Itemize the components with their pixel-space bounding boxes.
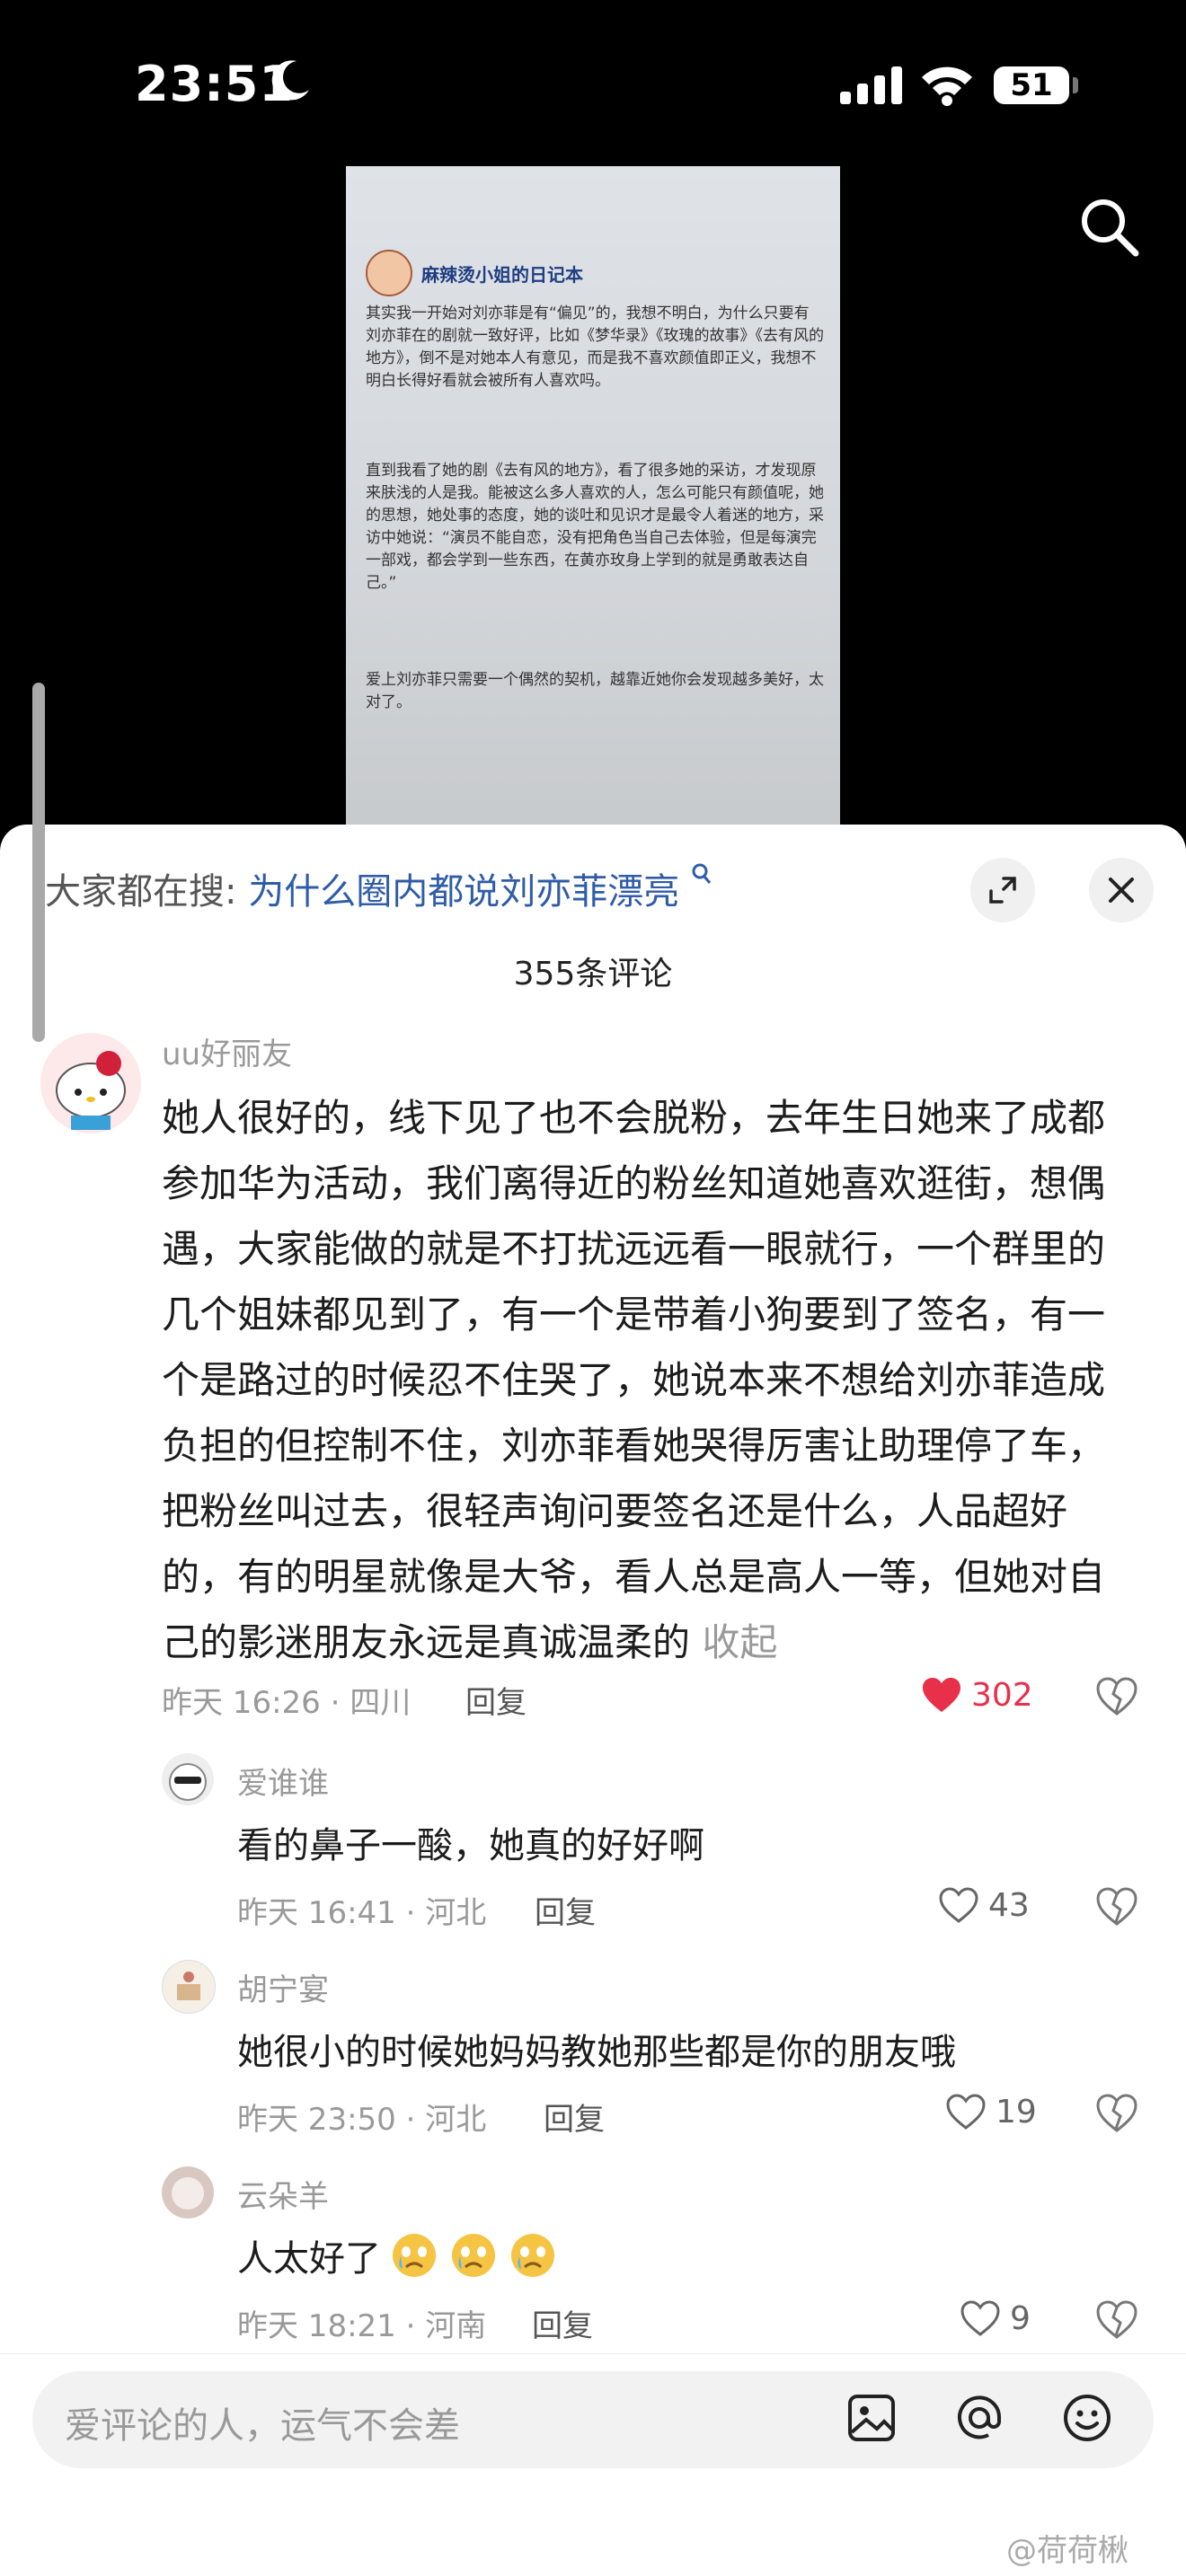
reply-meta: 昨天 16:41 · 河北	[237, 1895, 487, 1931]
comment-meta: 昨天 16:26 · 四川	[162, 1685, 412, 1721]
crying-emoji-icon	[511, 2234, 554, 2277]
at-mention-icon[interactable]	[952, 2391, 1006, 2445]
hello-kitty-avatar-icon	[56, 1051, 126, 1130]
search-suggestion[interactable]: 大家都在搜: 为什么圈内都说刘亦菲漂亮	[45, 862, 712, 914]
avatar[interactable]	[162, 1960, 216, 2014]
watermark: @荷荷楸	[1006, 2533, 1128, 2569]
like-button[interactable]: 9	[960, 2299, 1031, 2337]
note-author: 麻辣烫小姐的日记本	[421, 263, 583, 286]
comment-body: 她人很好的，线下见了也不会脱粉，去年生日她来了成都参加华为活动，我们离得近的粉丝…	[162, 1096, 1106, 1664]
dislike-icon[interactable]	[1096, 1676, 1137, 1716]
reply-text: 人太好了	[237, 2229, 559, 2281]
image-icon[interactable]	[845, 2391, 898, 2445]
cellular-signal-icon	[840, 66, 902, 104]
heart-outline-icon	[939, 1887, 978, 1923]
doodle-avatar-icon	[177, 1972, 200, 2000]
note-paragraph: 爱上刘亦菲只需要一个偶然的契机，越靠近她你会发现越多美好，太对了。	[366, 671, 824, 711]
like-count: 302	[971, 1676, 1033, 1714]
expand-icon	[989, 877, 1016, 904]
battery-nub	[1073, 77, 1078, 93]
reply-button[interactable]: 回复	[535, 1888, 596, 1932]
comment-username[interactable]: uu好丽友	[162, 1029, 292, 1073]
reply-meta: 昨天 23:50 · 河北	[237, 2102, 487, 2138]
close-button[interactable]	[1089, 858, 1154, 922]
reply-button[interactable]: 回复	[465, 1678, 527, 1722]
search-suggestion-label: 大家都在搜:	[45, 871, 237, 913]
author-avatar	[366, 250, 412, 296]
dislike-icon[interactable]	[1096, 2093, 1137, 2132]
like-button[interactable]: 19	[945, 2093, 1037, 2130]
crying-emoji-icon	[393, 2234, 436, 2277]
avatar[interactable]	[162, 2166, 214, 2219]
reply-username[interactable]: 爱谁谁	[237, 1759, 329, 1803]
heart-filled-icon	[923, 1678, 960, 1712]
video-media[interactable]: 麻辣烫小姐的日记本 其实我一开始对刘亦菲是有“偏见”的，我想不明白，为什么只要有…	[346, 166, 840, 831]
note-header: 麻辣烫小姐的日记本	[366, 250, 583, 296]
comment-count: 355条评论	[513, 956, 673, 992]
comment-input-placeholder[interactable]: 爱评论的人，运气不会差	[65, 2396, 460, 2448]
collapse-link[interactable]: 收起	[702, 1620, 777, 1664]
avatar[interactable]	[40, 1033, 141, 1134]
dislike-icon[interactable]	[1096, 1886, 1137, 1926]
reply-button[interactable]: 回复	[532, 2301, 593, 2345]
heart-outline-icon	[946, 2094, 986, 2130]
heart-outline-icon	[960, 2300, 1000, 2336]
like-count: 19	[996, 2093, 1037, 2130]
reply-meta: 昨天 18:21 · 河南	[237, 2308, 487, 2344]
emoji-icon[interactable]	[1060, 2391, 1114, 2445]
reply-username[interactable]: 云朵羊	[237, 2172, 329, 2216]
note-paragraph: 其实我一开始对刘亦菲是有“偏见”的，我想不明白，为什么只要有刘亦菲在的剧就一致好…	[366, 304, 824, 390]
expand-button[interactable]	[970, 858, 1035, 922]
reply-body: 人太好了	[237, 2238, 381, 2280]
reply-text: 看的鼻子一酸，她真的好好啊	[237, 1825, 704, 1866]
like-count: 9	[1010, 2299, 1031, 2337]
reply-text: 她很小的时候她妈妈教她那些都是你的朋友哦	[237, 2032, 956, 2073]
search-suggestion-query[interactable]: 为什么圈内都说刘亦菲漂亮	[248, 871, 679, 913]
search-icon[interactable]	[1078, 196, 1141, 259]
moon-icon	[271, 60, 309, 101]
like-button[interactable]: 43	[938, 1886, 1030, 1924]
like-count: 43	[988, 1886, 1030, 1924]
like-button[interactable]: 302	[921, 1676, 1033, 1714]
close-icon	[1109, 878, 1134, 903]
dislike-icon[interactable]	[1096, 2299, 1137, 2339]
sheep-avatar-icon	[172, 2177, 204, 2210]
battery-indicator: 51	[994, 66, 1069, 104]
reply-username[interactable]: 胡宁宴	[237, 1965, 329, 2009]
reply-button[interactable]: 回复	[544, 2095, 605, 2139]
avatar[interactable]	[162, 1753, 214, 1805]
cat-avatar-icon	[169, 1763, 207, 1801]
crying-emoji-icon	[452, 2234, 495, 2277]
status-bar: 23:51 51	[0, 0, 1186, 171]
wifi-icon	[922, 66, 972, 106]
search-icon	[692, 863, 712, 884]
note-paragraph: 直到我看了她的剧《去有风的地方》，看了很多她的采访，才发现原来肤浅的人是我。能被…	[366, 462, 824, 592]
comment-text: 她人很好的，线下见了也不会脱粉，去年生日她来了成都参加华为活动，我们离得近的粉丝…	[162, 1085, 1114, 1675]
